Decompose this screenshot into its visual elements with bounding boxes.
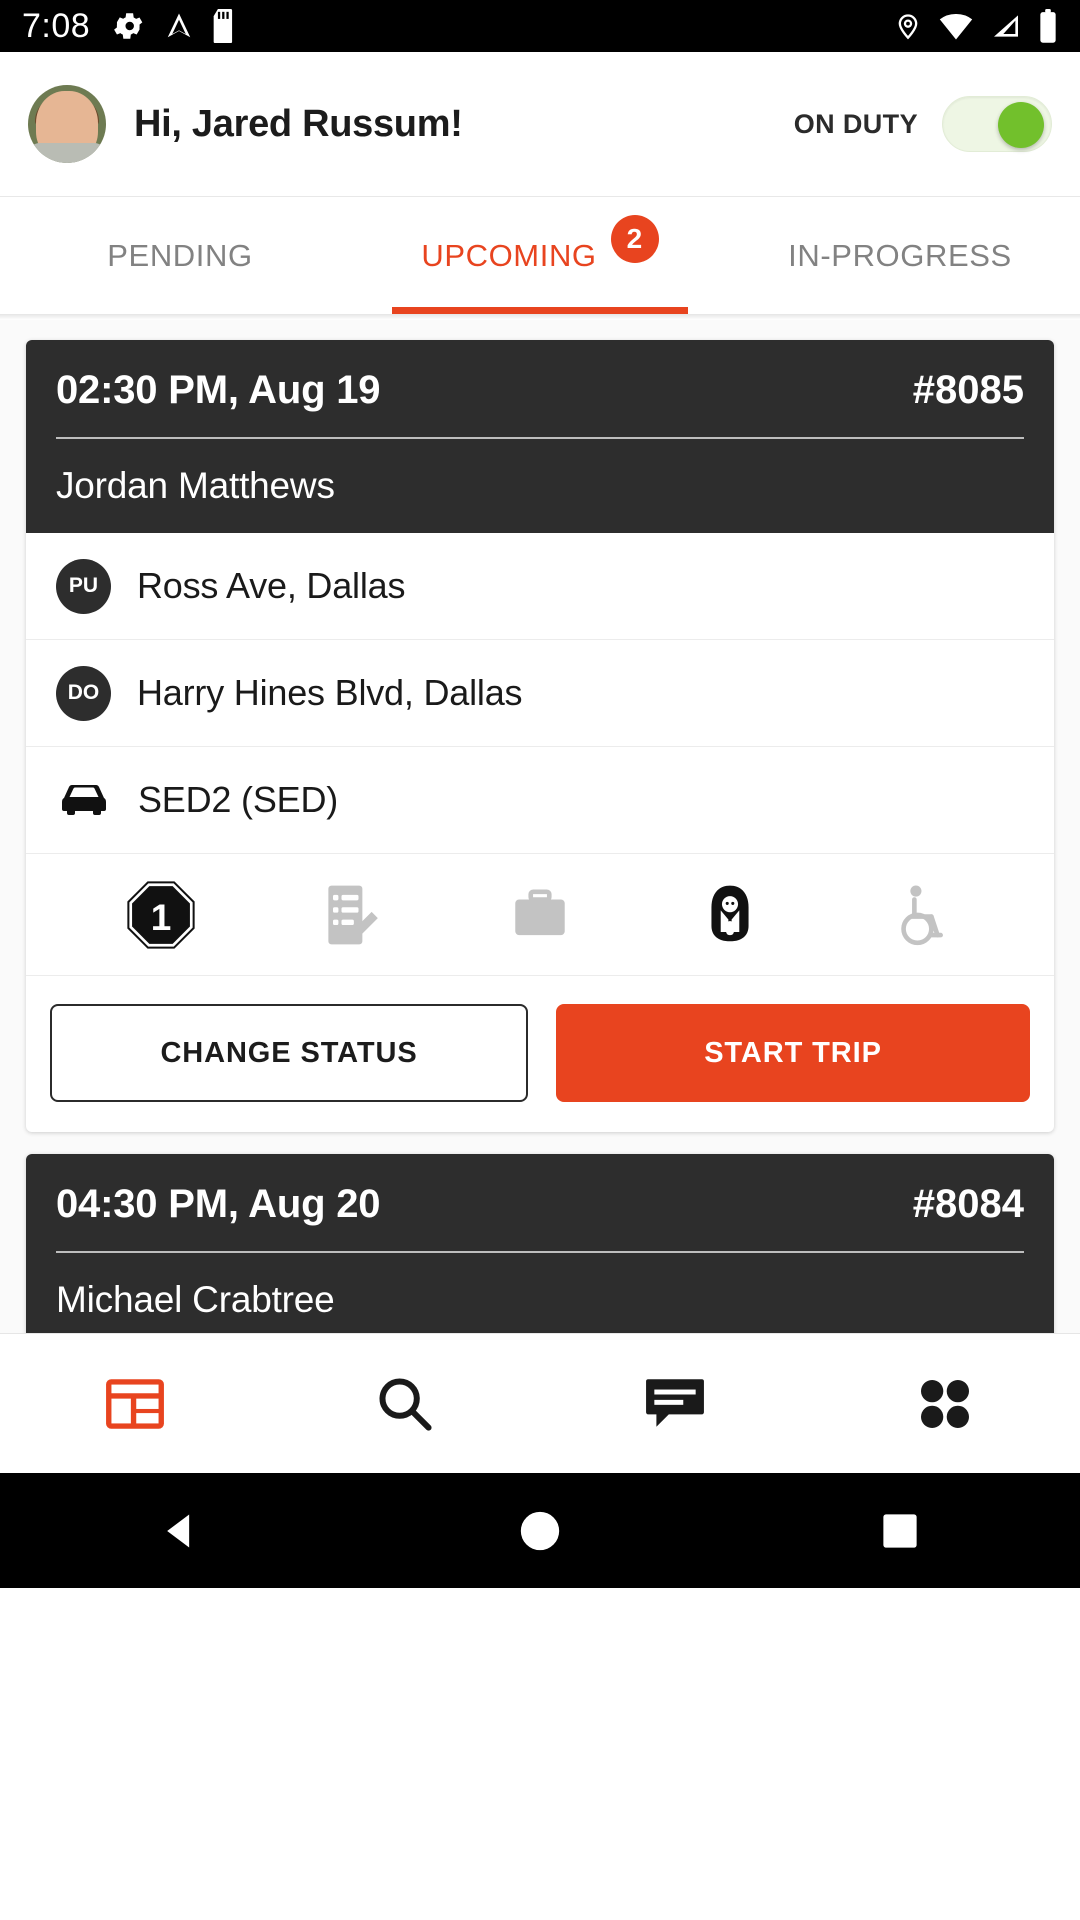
trip-card-header: 04:30 PM, Aug 20 #8084 Michael Crabtree: [26, 1154, 1054, 1333]
dashboard-icon: [106, 1378, 164, 1429]
trip-id: #8085: [912, 368, 1024, 412]
notes-edit-icon: [256, 881, 446, 949]
trip-amenities: 1: [26, 854, 1054, 976]
trip-card-header-top: 04:30 PM, Aug 20 #8084: [56, 1182, 1024, 1253]
gear-icon: [114, 13, 143, 39]
trip-actions: CHANGE STATUS START TRIP: [26, 976, 1054, 1132]
trip-card[interactable]: 02:30 PM, Aug 19 #8085 Jordan Matthews P…: [26, 340, 1054, 1132]
change-status-button[interactable]: CHANGE STATUS: [50, 1004, 528, 1102]
tab-in-progress[interactable]: IN-PROGRESS: [720, 197, 1080, 314]
recents-button[interactable]: [720, 1510, 1080, 1552]
system-navigation-bar: [0, 1473, 1080, 1588]
status-bar: 7:08: [0, 0, 1080, 52]
trip-time: 04:30 PM, Aug 20: [56, 1182, 381, 1226]
nav-dashboard[interactable]: [0, 1376, 270, 1432]
luggage-icon: [445, 881, 635, 949]
wheelchair-icon: [824, 881, 1014, 949]
sd-card-icon: [213, 9, 233, 43]
back-triangle-icon: [167, 1514, 190, 1547]
home-circle-icon: [520, 1511, 560, 1550]
passenger-name: Jordan Matthews: [56, 465, 335, 506]
tab-upcoming-badge: 2: [610, 214, 659, 263]
search-icon: [379, 1378, 432, 1431]
dropoff-row[interactable]: DO Harry Hines Blvd, Dallas: [26, 640, 1054, 747]
greeting-text: Hi, Jared Russum!: [134, 102, 463, 145]
messages-icon: [646, 1378, 704, 1427]
trip-card-header: 02:30 PM, Aug 19 #8085 Jordan Matthews: [26, 340, 1054, 533]
bottom-navigation: [0, 1333, 1080, 1473]
navigation-arrow-icon: [167, 13, 191, 38]
duty-toggle-knob: [998, 102, 1044, 148]
tab-active-underline: [392, 307, 688, 314]
pickup-badge: PU: [56, 558, 111, 614]
vehicle-name: SED2 (SED): [138, 779, 339, 820]
battery-icon: [1040, 9, 1056, 43]
back-button[interactable]: [0, 1509, 360, 1553]
tab-pending[interactable]: PENDING: [0, 197, 360, 314]
trip-card-header-top: 02:30 PM, Aug 19 #8085: [56, 368, 1024, 439]
avatar[interactable]: [28, 85, 106, 163]
child-seat-icon: [635, 881, 825, 949]
dropoff-badge: DO: [56, 665, 111, 721]
status-left-icons: [112, 9, 238, 43]
tab-upcoming-label: UPCOMING: [421, 237, 597, 273]
trip-list[interactable]: 02:30 PM, Aug 19 #8085 Jordan Matthews P…: [0, 320, 1080, 1333]
passenger-count-value: 1: [151, 897, 172, 938]
duty-status-group: ON DUTY: [794, 96, 1052, 152]
nav-apps[interactable]: [810, 1374, 1080, 1434]
tab-upcoming[interactable]: UPCOMING 2: [360, 197, 720, 314]
tab-pending-label: PENDING: [107, 237, 253, 273]
avatar-shirt: [28, 143, 106, 163]
status-right-icons: [894, 9, 1058, 43]
start-trip-button[interactable]: START TRIP: [556, 1004, 1030, 1102]
duty-toggle[interactable]: [942, 96, 1052, 152]
app-header: Hi, Jared Russum! ON DUTY: [0, 52, 1080, 197]
wifi-icon: [939, 13, 973, 40]
location-pin-icon: [898, 14, 918, 40]
car-icon: [56, 782, 112, 818]
status-time: 7:08: [22, 6, 91, 45]
apps-grid-icon: [921, 1379, 969, 1428]
nav-search[interactable]: [270, 1374, 540, 1434]
dropoff-address: Harry Hines Blvd, Dallas: [137, 672, 523, 713]
vehicle-row: SED2 (SED): [26, 747, 1054, 854]
trip-card[interactable]: 04:30 PM, Aug 20 #8084 Michael Crabtree: [26, 1154, 1054, 1333]
pickup-row[interactable]: PU Ross Ave, Dallas: [26, 533, 1054, 640]
passenger-name: Michael Crabtree: [56, 1279, 335, 1320]
duty-label: ON DUTY: [793, 108, 918, 139]
cellular-signal-icon: [994, 15, 1018, 37]
home-button[interactable]: [360, 1508, 720, 1554]
passenger-count-icon: 1: [66, 878, 256, 952]
pickup-address: Ross Ave, Dallas: [137, 565, 406, 606]
trip-time: 02:30 PM, Aug 19: [56, 368, 381, 412]
trip-status-tabs: PENDING UPCOMING 2 IN-PROGRESS: [0, 197, 1080, 314]
trip-id: #8084: [912, 1182, 1024, 1226]
tab-in-progress-label: IN-PROGRESS: [788, 237, 1012, 273]
recents-square-icon: [883, 1513, 917, 1548]
nav-messages[interactable]: [540, 1376, 810, 1432]
